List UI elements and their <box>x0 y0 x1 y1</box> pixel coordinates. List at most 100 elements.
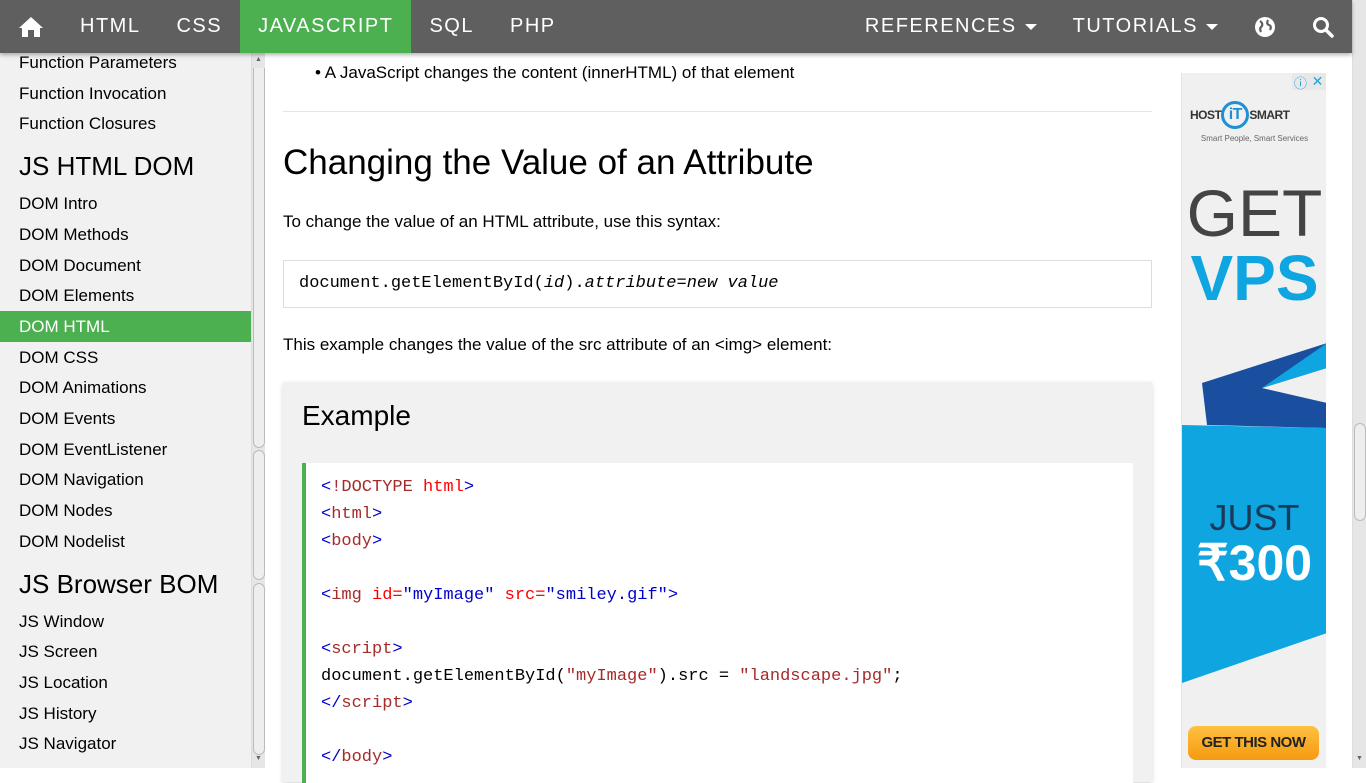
nav-tab-css[interactable]: CSS <box>158 0 240 53</box>
sidebar-item-js-location[interactable]: JS Location <box>0 667 251 698</box>
code-token: html <box>412 478 464 497</box>
references-menu[interactable]: REFERENCES <box>847 0 1055 53</box>
sidebar-item-dom-events[interactable]: DOM Events <box>0 403 251 434</box>
translate-button[interactable] <box>1236 0 1294 53</box>
code-token: < <box>321 640 332 659</box>
syntax-token: attribute <box>584 274 677 293</box>
sidebar-item-dom-nodelist[interactable]: DOM Nodelist <box>0 526 251 557</box>
nav-tab-php[interactable]: PHP <box>492 0 574 53</box>
info-icon[interactable]: ⓘ <box>1292 73 1309 91</box>
code-token: ; <box>892 667 903 686</box>
sidebar-item-dom-animations[interactable]: DOM Animations <box>0 372 251 403</box>
logo-text-right: SMART <box>1249 108 1290 122</box>
sidebar-item-dom-document[interactable]: DOM Document <box>0 250 251 281</box>
page-scroll-thumb[interactable] <box>1354 423 1366 521</box>
code-line: </script> <box>321 690 1118 717</box>
sidebar-heading-bom: JS Browser BOM <box>19 568 219 599</box>
sidebar-scroll-track <box>253 68 265 448</box>
syntax-token: ). <box>564 274 585 293</box>
code-example: <!DOCTYPE html> <html> <body> <img id="myIm… <box>302 463 1133 783</box>
references-label: REFERENCES <box>864 15 1017 37</box>
sidebar-item-dom-methods[interactable]: DOM Methods <box>0 219 251 250</box>
sidebar-item-dom-css[interactable]: DOM CSS <box>0 342 251 373</box>
syntax-box: document.getElementById(id).attribute=ne… <box>283 260 1152 308</box>
sidebar-item-dom-intro[interactable]: DOM Intro <box>0 188 251 219</box>
code-token: "landscape.jpg" <box>739 667 893 686</box>
sidebar-item-dom-navigation[interactable]: DOM Navigation <box>0 464 251 495</box>
sidebar-item-function-parameters[interactable]: Function Parameters <box>0 53 251 78</box>
code-token: document.getElementById( <box>321 667 566 686</box>
sidebar-item-js-navigator[interactable]: JS Navigator <box>0 728 251 759</box>
sidebar-item-dom-nodes[interactable]: DOM Nodes <box>0 495 251 526</box>
code-token: > <box>402 694 413 713</box>
bullet-item: • A JavaScript changes the content (inne… <box>315 63 795 82</box>
ad-cta-button[interactable]: GET THIS NOW <box>1188 726 1319 760</box>
code-token: body <box>341 748 383 767</box>
ad-logo: HOST iT SMART <box>1190 101 1290 129</box>
code-token: ).src = <box>657 667 740 686</box>
scroll-up-icon[interactable]: ▲ <box>255 56 262 63</box>
example-box: Example <!DOCTYPE html> <html> <body> <img … <box>283 382 1152 783</box>
code-line: document.getElementById("myImage").src =… <box>321 663 1118 690</box>
ad-price: ₹300 <box>1196 535 1313 591</box>
scroll-down-icon[interactable]: ▼ <box>255 755 262 762</box>
code-token: < <box>321 478 332 497</box>
caret-down-icon <box>1206 23 1218 30</box>
sidebar-item-js-window[interactable]: JS Window <box>0 606 251 637</box>
code-token: < <box>321 505 332 524</box>
code-token: id= <box>361 586 403 605</box>
code-token: < <box>321 532 332 551</box>
code-token: img <box>331 586 362 605</box>
logo-text-left: HOST <box>1190 108 1222 122</box>
code-token: "smiley.gif" <box>545 586 668 605</box>
sidebar-item-js-history[interactable]: JS History <box>0 698 251 729</box>
nav-tab-sql[interactable]: SQL <box>411 0 492 53</box>
sidebar-scroll-thumb[interactable] <box>253 450 265 580</box>
scroll-down-icon[interactable]: ▼ <box>1356 755 1363 762</box>
code-token: src= <box>494 586 546 605</box>
sidebar-item-dom-elements[interactable]: DOM Elements <box>0 280 251 311</box>
code-line: <img id="myImage" src="smiley.gif"> <box>321 582 1118 609</box>
bullet-text: A JavaScript changes the content (innerH… <box>324 63 795 82</box>
ad-tagline: Smart People, Smart Services <box>1200 134 1309 143</box>
sidebar-scrollbar[interactable]: ▲ ▼ <box>251 53 265 768</box>
sidebar-item-function-closures[interactable]: Function Closures <box>0 108 251 139</box>
syntax-token: id <box>543 274 565 293</box>
top-navbar: HTML CSS JAVASCRIPT SQL PHP REFERENCES TUTOR… <box>0 0 1352 53</box>
code-token: !DOCTYPE <box>331 478 413 497</box>
home-button[interactable] <box>0 0 62 53</box>
code-token: "myImage" <box>565 667 658 686</box>
sidebar-item-dom-eventlistener[interactable]: DOM EventListener <box>0 434 251 465</box>
home-icon <box>19 16 43 37</box>
code-token: > <box>372 532 383 551</box>
sidebar-item-function-invocation[interactable]: Function Invocation <box>0 78 251 109</box>
code-token: > <box>382 748 393 767</box>
code-token: < <box>321 586 332 605</box>
nav-tab-javascript[interactable]: JAVASCRIPT <box>240 0 412 53</box>
search-icon <box>1313 16 1334 38</box>
code-token: script <box>331 640 393 659</box>
advertisement[interactable]: ⓘ ✕ HOST iT SMART Smart People, Smart Se… <box>1181 73 1326 768</box>
code-token: > <box>463 478 475 497</box>
code-token: </ <box>321 694 342 713</box>
sidebar-item-dom-html[interactable]: DOM HTML <box>0 310 251 342</box>
logo-mark: iT <box>1221 101 1250 129</box>
intro-text: To change the value of an HTML attribute… <box>283 212 721 231</box>
syntax-token: document.getElementById( <box>299 274 544 293</box>
search-button[interactable] <box>1294 0 1352 53</box>
tutorials-menu[interactable]: TUTORIALS <box>1055 0 1236 53</box>
code-line: <html> <box>321 501 1118 528</box>
page-scrollbar[interactable]: ▼ <box>1352 0 1366 768</box>
ad-vps-text: VPS <box>1190 242 1319 314</box>
nav-tab-html[interactable]: HTML <box>62 0 158 53</box>
code-token: > <box>667 586 679 605</box>
code-token: "myImage" <box>402 586 495 605</box>
syntax-token: = <box>676 274 687 293</box>
close-icon[interactable]: ✕ <box>1309 73 1326 90</box>
sidebar: Function Parameters Function Invocation Fu… <box>0 53 265 768</box>
sidebar-item-js-screen[interactable]: JS Screen <box>0 636 251 667</box>
code-token: body <box>331 532 373 551</box>
